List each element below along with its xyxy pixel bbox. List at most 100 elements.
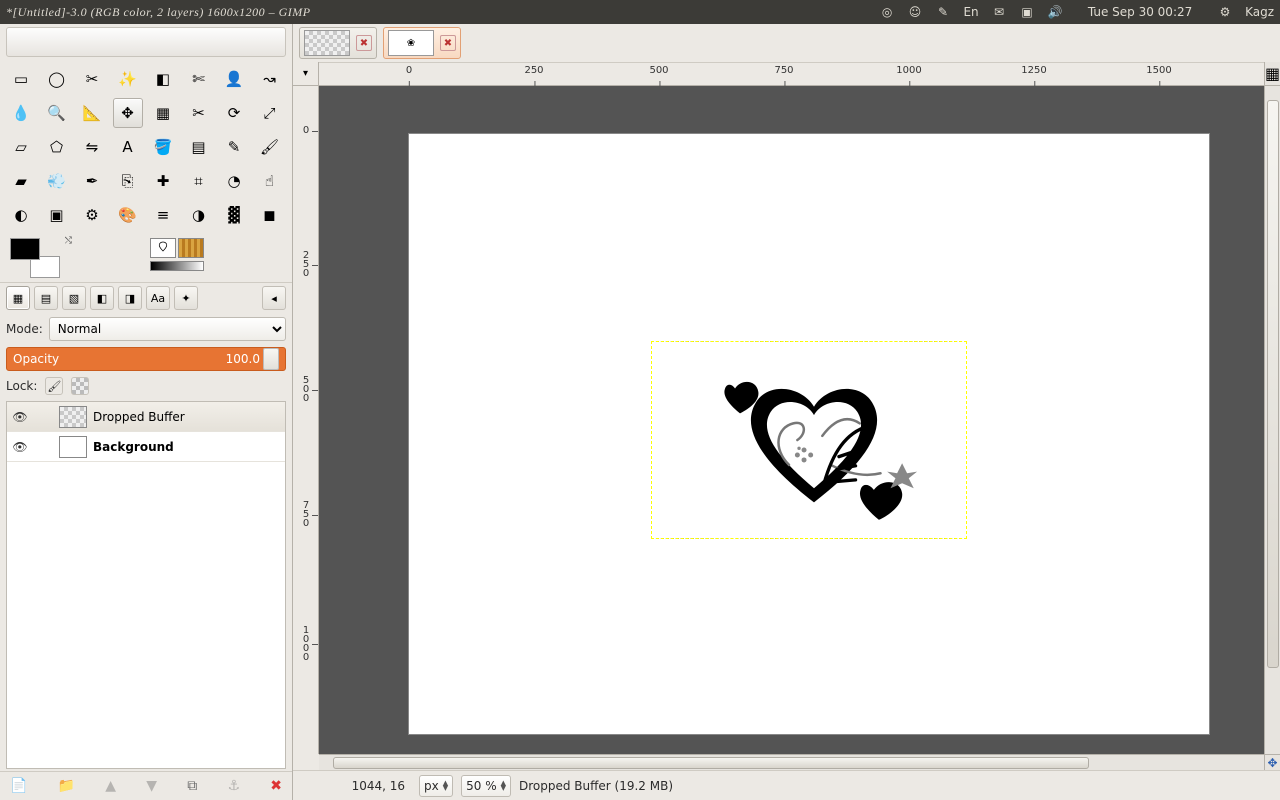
delete-layer-icon[interactable]: ✖ [270, 778, 282, 794]
ruler-origin[interactable]: ▾ [293, 62, 319, 86]
active-pattern[interactable] [178, 238, 204, 258]
tool-heal[interactable]: ✚ [148, 166, 178, 196]
battery-icon[interactable]: ▣ [1019, 4, 1035, 20]
raise-layer-icon[interactable]: ▲ [105, 778, 116, 794]
opacity-slider[interactable]: Opacity 100.0 [6, 347, 286, 371]
tool-rect-select[interactable]: ▭ [6, 64, 36, 94]
opacity-label: Opacity [13, 352, 59, 366]
sound-icon[interactable]: 🔊 [1047, 4, 1063, 20]
lock-pixels-icon[interactable]: 🖌 [45, 377, 63, 395]
tab-channels[interactable]: ◧ [90, 286, 114, 310]
layer-row[interactable]: 👁 Dropped Buffer [7, 402, 285, 432]
layer-name[interactable]: Background [93, 440, 281, 454]
tool-gegl[interactable]: ⚙ [77, 200, 107, 230]
tool-shear[interactable]: ▱ [6, 132, 36, 162]
tool-colors[interactable]: 🎨 [113, 200, 143, 230]
tool-zoom[interactable]: 🔍 [42, 98, 72, 128]
tool-crop[interactable]: ✂ [184, 98, 214, 128]
image-tab[interactable]: ✖ [299, 27, 377, 59]
user-label[interactable]: Kagz [1245, 4, 1274, 20]
opacity-spinner[interactable] [263, 348, 279, 370]
tool-levels[interactable]: ≡ [148, 200, 178, 230]
tool-move[interactable]: ✥ [113, 98, 143, 128]
tool-pencil[interactable]: ✎ [219, 132, 249, 162]
tool-paintbrush[interactable]: 🖌 [255, 132, 285, 162]
tab-close-icon[interactable]: ✖ [440, 35, 456, 51]
tool-text[interactable]: A [113, 132, 143, 162]
tab-undo[interactable]: ✦ [174, 286, 198, 310]
scrollbar-horizontal[interactable] [319, 754, 1264, 770]
tool-perspective[interactable]: ⬠ [42, 132, 72, 162]
keyboard-lang[interactable]: En [963, 4, 979, 20]
tool-measure[interactable]: 📐 [77, 98, 107, 128]
layer-name[interactable]: Dropped Buffer [93, 410, 281, 424]
tool-paths[interactable]: ↝ [255, 64, 285, 94]
tool-clone[interactable]: ⎘ [113, 166, 143, 196]
indicator-icon[interactable]: ◎ [879, 4, 895, 20]
tab-device-status[interactable]: ▤ [34, 286, 58, 310]
new-layer-icon[interactable]: 📄 [10, 778, 27, 794]
tool-cage[interactable]: ▣ [42, 200, 72, 230]
navigation-icon[interactable]: ✥ [1264, 754, 1280, 770]
color-swatches[interactable]: ⤭ [10, 238, 60, 278]
tool-eraser[interactable]: ▰ [6, 166, 36, 196]
fg-color[interactable] [10, 238, 40, 260]
tool-dodge[interactable]: ◐ [6, 200, 36, 230]
tool-blur[interactable]: ◔ [219, 166, 249, 196]
active-gradient[interactable] [150, 261, 204, 271]
mode-select[interactable]: Normal [49, 317, 286, 341]
tool-flip[interactable]: ⇋ [77, 132, 107, 162]
tool-fuzzy-select[interactable]: ✨ [113, 64, 143, 94]
zoom-select[interactable]: 50 %▲▼ [461, 775, 511, 797]
tool-smudge[interactable]: ☝ [255, 166, 285, 196]
image-tab[interactable]: ❀✖ [383, 27, 461, 59]
tool-desaturate[interactable]: ◑ [184, 200, 214, 230]
tool-bucket-fill[interactable]: 🪣 [148, 132, 178, 162]
tool-airbrush[interactable]: 💨 [42, 166, 72, 196]
visibility-toggle[interactable]: 👁 [11, 410, 29, 424]
layer-row[interactable]: 👁 Background [7, 432, 285, 462]
tool-color-select[interactable]: ◧ [148, 64, 178, 94]
duplicate-layer-icon[interactable]: ⧉ [187, 778, 197, 794]
quick-mask-toggle[interactable]: ▦ [1264, 62, 1280, 86]
unit-select[interactable]: px▲▼ [419, 775, 453, 797]
tool-color-picker[interactable]: 💧 [6, 98, 36, 128]
scrollbar-vertical[interactable] [1264, 86, 1280, 754]
tool-align[interactable]: ▦ [148, 98, 178, 128]
tab-paths[interactable]: ◨ [118, 286, 142, 310]
network-icon[interactable]: ✎ [935, 4, 951, 20]
active-brush[interactable] [150, 238, 176, 258]
anchor-layer-icon[interactable]: ⚓ [227, 778, 240, 794]
tool-ink[interactable]: ✒ [77, 166, 107, 196]
messaging-icon[interactable]: ☺ [907, 4, 923, 20]
tool-foreground-select[interactable]: 👤 [219, 64, 249, 94]
ruler-horizontal[interactable]: 0250500750100012501500 [319, 62, 1264, 86]
lock-alpha-icon[interactable] [71, 377, 89, 395]
layers-list[interactable]: 👁 Dropped Buffer 👁 Background [6, 401, 286, 769]
tool-scale[interactable]: ⤢ [255, 98, 285, 128]
tab-fonts[interactable]: Aa [146, 286, 170, 310]
tab-layers[interactable]: ▧ [62, 286, 86, 310]
brush-pattern-gradient[interactable] [150, 238, 204, 271]
tool-blend[interactable]: ▤ [184, 132, 214, 162]
tab-close-icon[interactable]: ✖ [356, 35, 372, 51]
tool-free-select[interactable]: ✂ [77, 64, 107, 94]
tool-posterize[interactable]: ▓ [219, 200, 249, 230]
new-group-icon[interactable]: 📁 [58, 778, 75, 794]
visibility-toggle[interactable]: 👁 [11, 440, 29, 454]
mail-icon[interactable]: ✉ [991, 4, 1007, 20]
tool-perspective-clone[interactable]: ⌗ [184, 166, 214, 196]
tab-tool-options[interactable]: ▦ [6, 286, 30, 310]
lower-layer-icon[interactable]: ▼ [146, 778, 157, 794]
dock-menu-icon[interactable]: ◂ [262, 286, 286, 310]
tool-rotate[interactable]: ⟳ [219, 98, 249, 128]
swap-colors-icon[interactable]: ⤭ [65, 236, 72, 246]
tool-ellipse-select[interactable]: ◯ [42, 64, 72, 94]
clock[interactable]: Tue Sep 30 00:27 [1075, 4, 1205, 20]
mode-label: Mode: [6, 322, 43, 336]
canvas-viewport[interactable] [319, 86, 1264, 754]
ruler-vertical[interactable]: 02505007501000 [293, 86, 319, 754]
tool-scissors[interactable]: ✄ [184, 64, 214, 94]
tool-threshold[interactable]: ◼ [255, 200, 285, 230]
gear-icon[interactable]: ⚙ [1217, 4, 1233, 20]
